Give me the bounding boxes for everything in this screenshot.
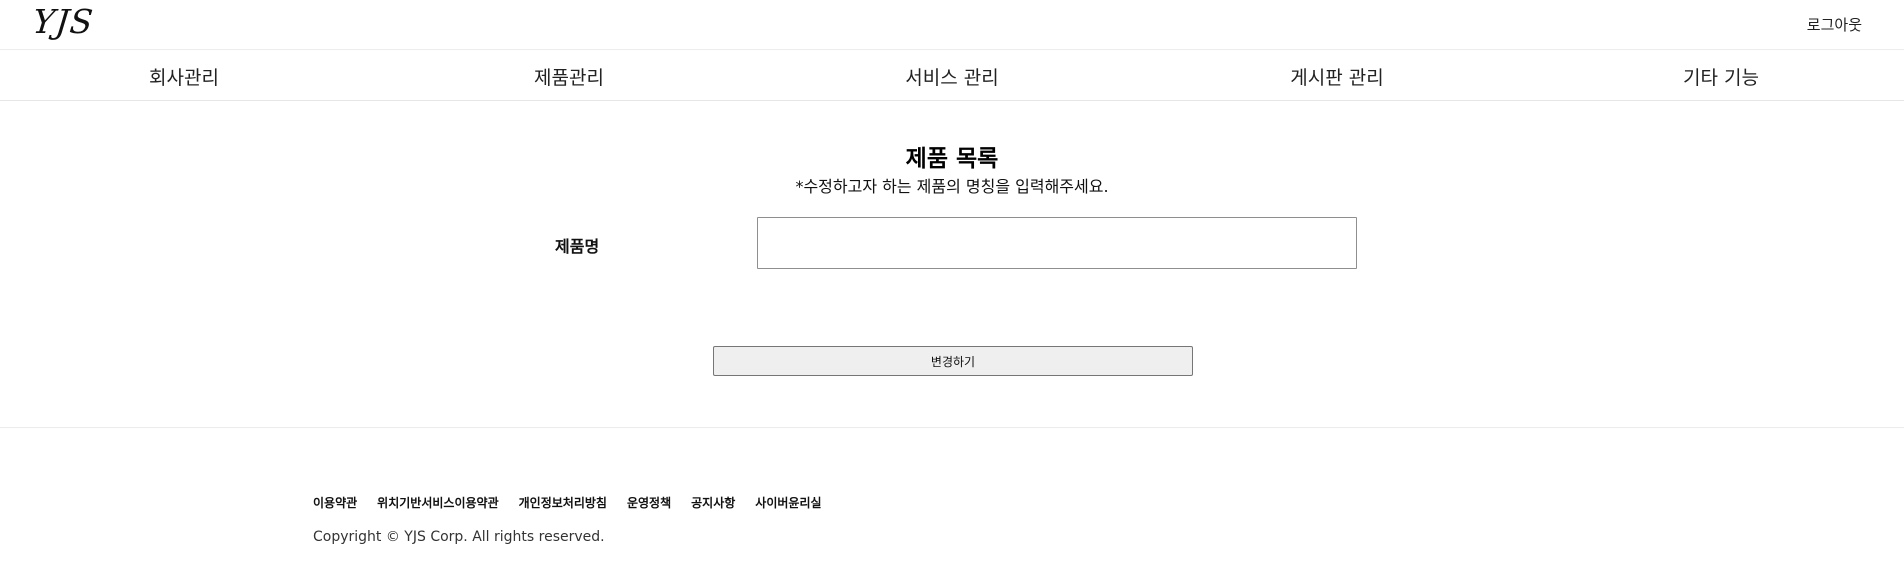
copyright: Copyright © YJS Corp. All rights reserve… [313, 529, 605, 545]
logo[interactable]: YJS [31, 2, 96, 41]
footer-link-location-terms[interactable]: 위치기반서비스이용약관 [377, 494, 498, 511]
change-button[interactable]: 변경하기 [713, 346, 1193, 376]
nav-item-services[interactable]: 서비스 관리 [905, 63, 998, 90]
footer-link-notice[interactable]: 공지사항 [691, 494, 735, 511]
footer-link-terms[interactable]: 이용약관 [313, 494, 357, 511]
nav-item-products[interactable]: 제품관리 [534, 63, 604, 90]
main-content: 제품 목록 *수정하고자 하는 제품의 명칭을 입력해주세요. 제품명 변경하기 [0, 101, 1904, 428]
nav-item-company[interactable]: 회사관리 [149, 63, 219, 90]
footer-link-policy[interactable]: 운영정책 [627, 494, 671, 511]
footer-links: 이용약관 위치기반서비스이용약관 개인정보처리방침 운영정책 공지사항 사이버윤… [313, 494, 842, 511]
nav-item-board[interactable]: 게시판 관리 [1290, 63, 1383, 90]
page-title: 제품 목록 [905, 146, 999, 172]
product-name-input[interactable] [757, 217, 1357, 269]
main-nav: 회사관리 제품관리 서비스 관리 게시판 관리 기타 기능 [0, 50, 1904, 101]
footer-link-cyber-ethics[interactable]: 사이버윤리실 [755, 494, 821, 511]
page-subtitle: *수정하고자 하는 제품의 명칭을 입력해주세요. [795, 177, 1109, 196]
top-bar: YJS 로그아웃 [0, 0, 1904, 50]
product-name-label: 제품명 [555, 237, 600, 256]
logout-link[interactable]: 로그아웃 [1807, 14, 1862, 35]
footer-link-privacy[interactable]: 개인정보처리방침 [519, 494, 607, 511]
nav-item-etc[interactable]: 기타 기능 [1683, 63, 1759, 90]
